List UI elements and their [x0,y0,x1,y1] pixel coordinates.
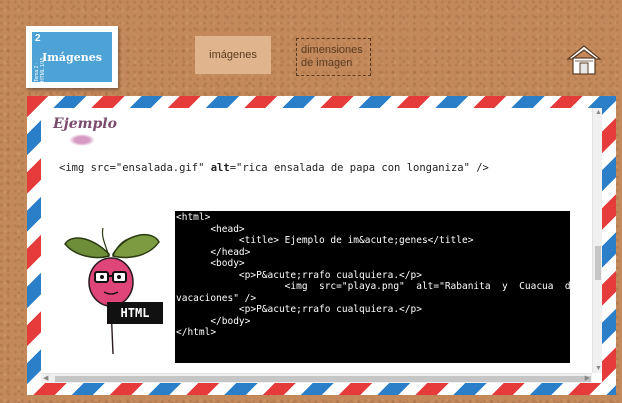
envelope-frame: Ejemplo <img src="ensalada.gif" alt="ric… [27,96,616,395]
code-line: </body> [176,315,251,327]
code-line: <title> Ejemplo de im&acute;genes</title… [176,235,474,246]
html-sign: HTML [107,302,163,324]
radish-illustration [64,227,160,355]
code-tag-rest: ="rica ensalada de papa con longaniza" /… [229,162,489,174]
code-line: <head> [176,223,245,235]
vertical-scrollbar[interactable]: ▲ ▼ [592,108,602,373]
code-block: <html> <head> <title> Ejemplo de im&acut… [175,211,570,363]
home-icon[interactable] [566,44,602,76]
code-alt-attr: alt [210,162,230,174]
code-line: </head> [176,246,251,258]
stamp-side-text: Tema 2 · HTML 1/15 [34,57,46,82]
stamp-face: 2 Tema 2 · HTML 1/15 Imágenes [32,32,112,82]
stamp-title: Imágenes [42,50,102,64]
tab-imagenes[interactable]: imágenes [195,36,271,74]
content-panel: Ejemplo <img src="ensalada.gif" alt="ric… [41,108,602,383]
code-tag-open: <img src="ensalada.gif" [59,162,211,174]
horizontal-scrollbar[interactable]: ◀ ▶ [41,373,592,383]
tab-dimensiones-de-imagen[interactable]: dimensiones de imagen [296,38,371,76]
code-line: <html> [176,212,211,223]
horizontal-scroll-thumb[interactable] [55,376,591,382]
arrow-up-icon[interactable]: ▲ [595,109,602,116]
heading-decoration [69,134,95,146]
code-line: <img src="playa.png" alt="Rabanita y Cua… [176,281,570,292]
stamp-number: 2 [35,33,41,44]
code-line: </html> [176,327,217,338]
vertical-scroll-thumb[interactable] [595,246,601,280]
code-line: vacaciones" /> [176,292,257,304]
arrow-left-icon[interactable]: ◀ [43,374,48,382]
tab-dimensiones-label: dimensiones de imagen [301,44,363,69]
arrow-down-icon[interactable]: ▼ [595,365,602,372]
code-line: <p>P&acute;rrafo cualquiera.</p> [176,304,422,315]
code-line: <body> [176,258,245,269]
arrow-right-icon[interactable]: ▶ [585,374,590,382]
code-line: <p>P&acute;rrafo cualquiera.</p> [176,269,422,281]
section-heading: Ejemplo [53,116,117,132]
stamp-imagenes: 2 Tema 2 · HTML 1/15 Imágenes [26,26,118,88]
code-example-line: <img src="ensalada.gif" alt="rica ensala… [59,162,489,174]
